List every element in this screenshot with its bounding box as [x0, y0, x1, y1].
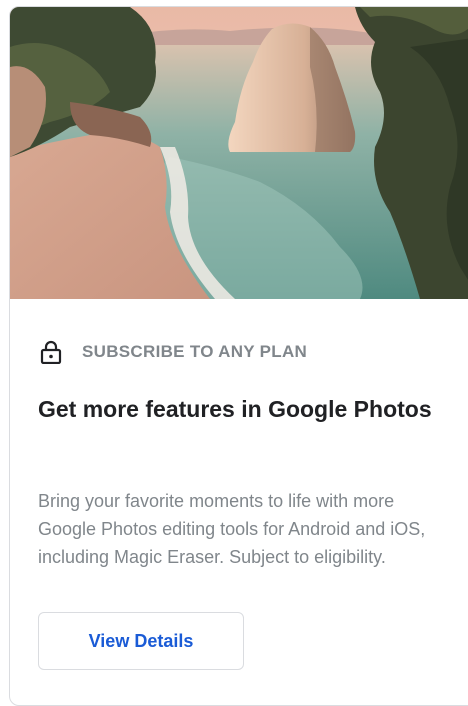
view-details-button[interactable]: View Details [38, 612, 244, 670]
beach-landscape-image [10, 7, 468, 299]
plan-label-row: SUBSCRIBE TO ANY PLAN [40, 339, 307, 365]
hero-image [10, 7, 468, 299]
card-description: Bring your favorite moments to life with… [38, 491, 426, 567]
plan-label: SUBSCRIBE TO ANY PLAN [82, 342, 308, 361]
subscription-card: SUBSCRIBE TO ANY PLAN Get more features … [9, 6, 468, 706]
lock-icon [40, 340, 62, 365]
card-title: Get more features in Google Photos [38, 396, 432, 422]
